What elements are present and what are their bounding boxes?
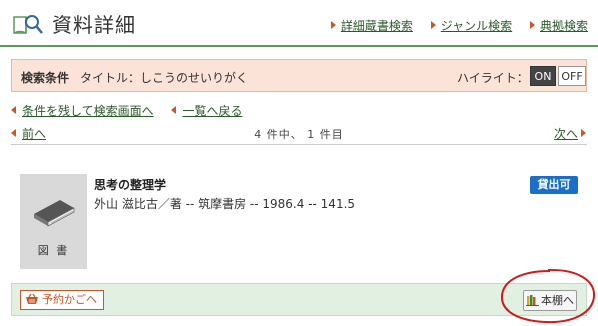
authority-search-link[interactable]: 典拠検索	[529, 17, 588, 34]
arrow-left-icon	[171, 106, 177, 114]
arrow-right-icon	[529, 21, 535, 29]
back-to-list-link[interactable]: 一覧へ戻る	[171, 104, 243, 118]
record-meta: 外山 滋比古／著 -- 筑摩書房 -- 1986.4 -- 141.5	[94, 197, 356, 211]
arrow-right-icon	[430, 21, 436, 29]
book-icon	[34, 200, 75, 227]
advanced-search-link[interactable]: 詳細蔵書検索	[330, 17, 413, 34]
status-badge: 貸出可	[530, 176, 578, 194]
next-link[interactable]: 次へ	[554, 125, 587, 142]
arrow-right-icon	[581, 129, 587, 137]
condition-text: タイトル：しこうのせいりがく	[80, 71, 249, 85]
header: 資料詳細 詳細蔵書検索 ジャンル検索 典拠検索	[0, 0, 598, 47]
record-title[interactable]: 思考の整理学	[94, 176, 166, 193]
material-type-label: 図 書	[37, 244, 70, 257]
result-count: 4 件中、 1 件目	[254, 128, 344, 141]
authority-search-label: 典拠検索	[539, 19, 588, 33]
nav-back-links: 条件を残して検索画面へ 一覧へ戻る	[11, 102, 243, 119]
advanced-search-label: 詳細蔵書検索	[340, 19, 413, 33]
header-divider	[0, 45, 598, 47]
bookshelf-button[interactable]: 本棚へ	[523, 290, 577, 311]
genre-search-label: ジャンル検索	[440, 19, 513, 33]
book-search-icon	[13, 15, 43, 34]
arrow-left-icon	[11, 106, 16, 114]
highlight-label: ハイライト：	[457, 71, 529, 85]
next-label: 次へ	[554, 127, 579, 141]
page-title: 資料詳細	[52, 13, 136, 37]
highlight-on-button[interactable]: ON	[530, 66, 556, 86]
genre-search-link[interactable]: ジャンル検索	[430, 17, 513, 34]
highlight-off-button[interactable]: OFF	[558, 66, 586, 86]
search-condition-bar: 検索条件 タイトル：しこうのせいりがく ハイライト： ON OFF	[11, 59, 587, 92]
reserve-label: 予約かごへ	[42, 293, 97, 306]
header-links: 詳細蔵書検索 ジャンル検索 典拠検索	[317, 17, 588, 34]
shelf-label: 本棚へ	[541, 294, 574, 307]
arrow-right-icon	[330, 21, 336, 29]
book-thumbnail: 図 書	[20, 174, 87, 269]
action-bar: 予約かごへ 本棚へ	[11, 283, 587, 316]
shelf-icon	[526, 295, 539, 306]
back-to-search-link[interactable]: 条件を残して検索画面へ	[11, 104, 154, 118]
reserve-basket-button[interactable]: 予約かごへ	[20, 290, 104, 310]
nav-divider	[11, 144, 587, 145]
condition-label: 検索条件	[21, 71, 70, 85]
page-frame	[1, 1, 597, 325]
back-to-list-label: 一覧へ戻る	[182, 104, 243, 118]
back-to-search-label: 条件を残して検索画面へ	[22, 104, 154, 118]
basket-icon	[26, 293, 38, 304]
